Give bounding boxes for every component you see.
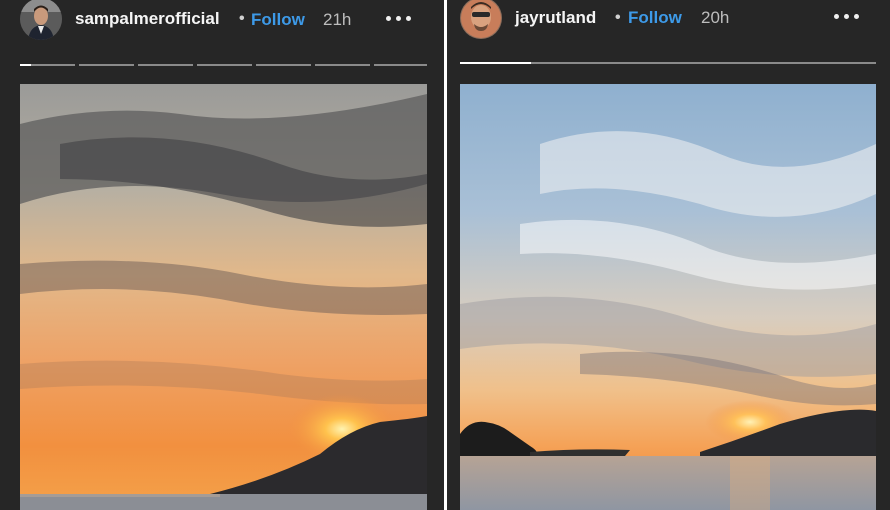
separator-dot: • — [615, 9, 621, 26]
separator-dot: • — [239, 10, 245, 27]
progress-segment — [197, 64, 252, 66]
timestamp: 20h — [701, 8, 730, 27]
story-card-sampalmerofficial[interactable]: sampalmerofficial • Follow 21h — [0, 0, 444, 510]
progress-segment — [79, 64, 134, 66]
sunset-over-sea-photo[interactable] — [20, 84, 427, 510]
progress-segment — [138, 64, 193, 66]
story-header: sampalmerofficial • Follow 21h — [0, 0, 444, 40]
more-options-icon[interactable] — [384, 10, 414, 26]
progress-segment — [315, 64, 370, 66]
story-card-jayrutland[interactable]: jayrutland • Follow 20h — [447, 0, 890, 510]
follow-button[interactable]: Follow — [251, 10, 305, 30]
username[interactable]: jayrutland — [515, 8, 596, 28]
timestamp: 21h — [323, 10, 352, 29]
avatar[interactable] — [20, 0, 62, 40]
story-header: jayrutland • Follow 20h — [447, 0, 890, 40]
follow-button[interactable]: Follow — [628, 8, 682, 28]
progress-segment — [20, 64, 75, 66]
progress-segment — [460, 62, 876, 64]
progress-segment — [374, 64, 427, 66]
sunset-over-sea-photo[interactable] — [460, 84, 876, 510]
username[interactable]: sampalmerofficial — [75, 9, 220, 29]
more-options-icon[interactable] — [832, 8, 862, 24]
progress-segment — [256, 64, 311, 66]
avatar[interactable] — [460, 0, 502, 39]
